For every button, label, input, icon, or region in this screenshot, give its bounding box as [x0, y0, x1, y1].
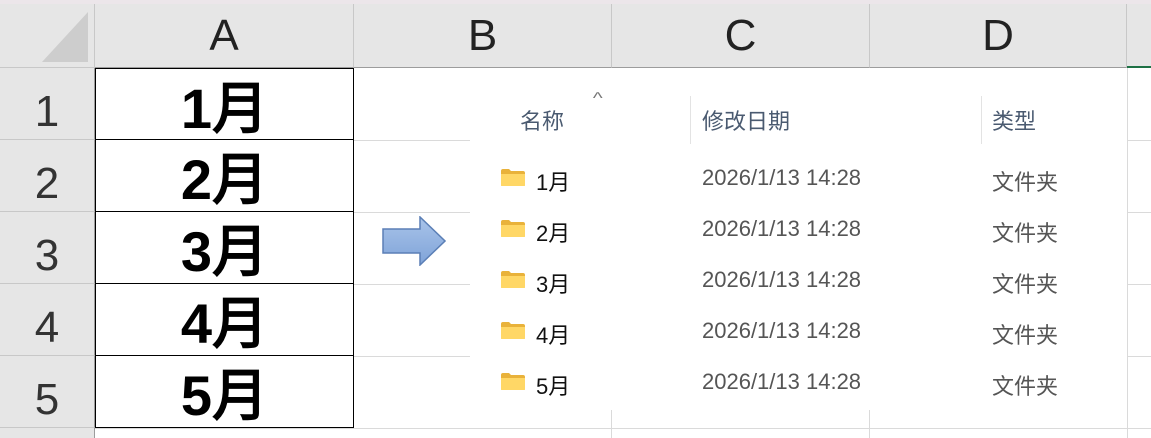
file-explorer-panel: ^ 名称 修改日期 类型 1月 2026/1/13 14:28 文件夹 2月 2…	[470, 68, 1127, 410]
folder-modified-date: 2026/1/13 14:28	[702, 165, 862, 190]
folder-row[interactable]: 2月 2026/1/13 14:28 文件夹	[490, 207, 1110, 251]
cell-a4[interactable]: 4月	[95, 284, 354, 356]
folder-modified-date: 2026/1/13 14:28	[702, 267, 862, 292]
folder-row[interactable]: 3月 2026/1/13 14:28 文件夹	[490, 258, 1110, 302]
folder-row[interactable]: 1月 2026/1/13 14:28 文件夹	[490, 156, 1110, 200]
folder-type: 文件夹	[992, 170, 1059, 195]
column-header-name[interactable]: 名称	[520, 104, 564, 136]
folder-type: 文件夹	[992, 323, 1059, 348]
folder-type: 文件夹	[992, 221, 1059, 246]
right-arrow-icon	[382, 216, 446, 266]
folder-icon	[501, 322, 525, 339]
folder-modified-date: 2026/1/13 14:28	[702, 318, 862, 343]
row-header-5[interactable]: 5	[0, 356, 95, 428]
select-all-corner[interactable]	[0, 4, 95, 68]
row-header-1[interactable]: 1	[0, 68, 95, 140]
column-header-e-partial[interactable]	[1127, 4, 1151, 68]
folder-name: 5月	[536, 374, 571, 399]
folder-name: 1月	[536, 170, 571, 195]
cell-a1[interactable]: 1月	[95, 68, 354, 140]
column-header-type[interactable]: 类型	[992, 104, 1036, 136]
row-header-3[interactable]: 3	[0, 212, 95, 284]
folder-icon	[501, 220, 525, 237]
folder-icon	[501, 169, 525, 186]
folder-modified-date: 2026/1/13 14:28	[702, 369, 862, 394]
column-header-a[interactable]: A	[95, 4, 354, 68]
folder-type: 文件夹	[992, 272, 1059, 297]
folder-row[interactable]: 4月 2026/1/13 14:28 文件夹	[490, 309, 1110, 353]
gridline	[1127, 68, 1128, 438]
header-separator[interactable]	[981, 96, 982, 144]
spreadsheet: A B C D 1 2 3 4 5 1月 2月 3月 4月 5月 ^ 名称 修改…	[0, 0, 1151, 438]
cell-a3[interactable]: 3月	[95, 212, 354, 284]
folder-name: 3月	[536, 272, 571, 297]
folder-name: 4月	[536, 323, 571, 348]
select-all-triangle	[42, 12, 88, 62]
row-header-2[interactable]: 2	[0, 140, 95, 212]
folder-type: 文件夹	[992, 374, 1059, 399]
folder-modified-date: 2026/1/13 14:28	[702, 216, 862, 241]
folder-name: 2月	[536, 221, 571, 246]
column-header-b[interactable]: B	[354, 4, 612, 68]
cell-a2[interactable]: 2月	[95, 140, 354, 212]
folder-row[interactable]: 5月 2026/1/13 14:28 文件夹	[490, 360, 1110, 404]
folder-icon	[501, 373, 525, 390]
row-header-6-partial[interactable]	[0, 428, 95, 438]
column-header-d[interactable]: D	[870, 4, 1127, 68]
folder-icon	[501, 271, 525, 288]
cell-a5[interactable]: 5月	[95, 356, 354, 428]
column-header-c[interactable]: C	[612, 4, 870, 68]
sort-ascending-icon: ^	[592, 90, 603, 107]
row-header-4[interactable]: 4	[0, 284, 95, 356]
header-separator[interactable]	[690, 96, 691, 144]
column-header-modified[interactable]: 修改日期	[702, 104, 790, 136]
